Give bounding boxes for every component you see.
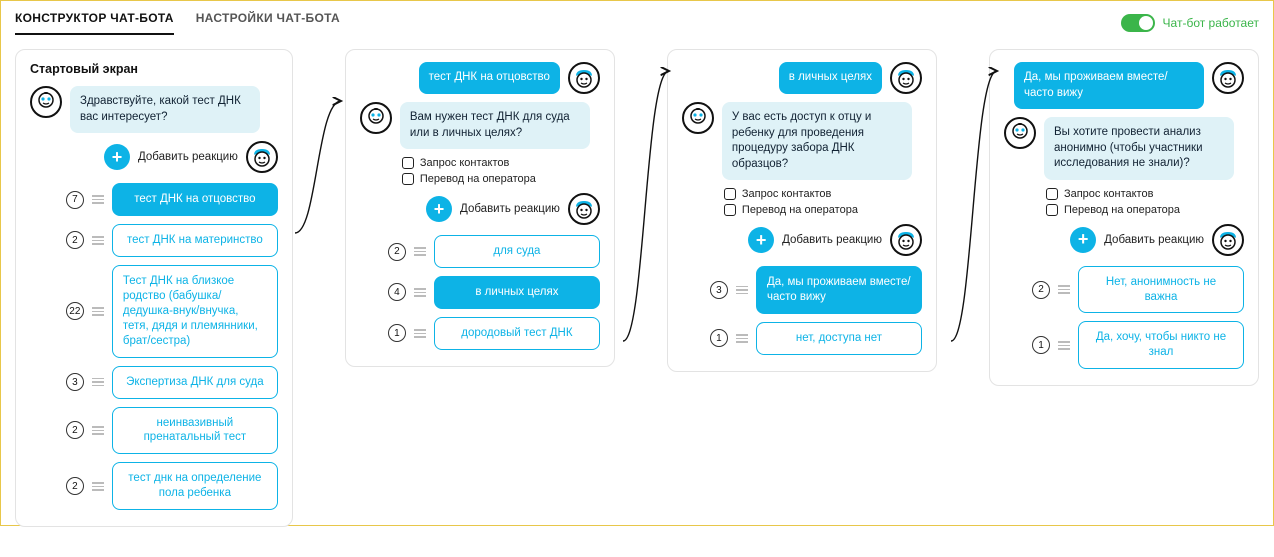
drag-handle-icon[interactable] [1058, 285, 1070, 294]
bot-avatar-icon [30, 86, 62, 118]
drag-handle-icon[interactable] [92, 236, 104, 245]
checkbox-label: Перевод на оператора [742, 204, 858, 216]
user-avatar-icon [568, 62, 600, 94]
drag-handle-icon[interactable] [414, 288, 426, 297]
reply-option[interactable]: тест ДНК на отцовство [112, 183, 278, 216]
add-reaction-label: Добавить реакцию [138, 151, 238, 163]
option-count: 22 [66, 302, 84, 320]
bot-message: Вы хотите провести анализ анонимно (чтоб… [1044, 117, 1234, 180]
user-avatar-icon [890, 224, 922, 256]
add-reaction-label: Добавить реакцию [782, 234, 882, 246]
add-reaction-label: Добавить реакцию [460, 203, 560, 215]
checkbox-label: Запрос контактов [420, 157, 509, 169]
reply-option[interactable]: тест днк на определение пола ребенка [112, 462, 278, 510]
bot-message: Здравствуйте, какой тест ДНК вас интерес… [70, 86, 260, 133]
option-count: 1 [1032, 336, 1050, 354]
user-avatar-icon [1212, 62, 1244, 94]
checkbox-contacts[interactable] [724, 188, 736, 200]
drag-handle-icon[interactable] [92, 195, 104, 204]
bot-enabled-label: Чат-бот работает [1163, 16, 1259, 30]
bot-avatar-icon [1004, 117, 1036, 149]
drag-handle-icon[interactable] [92, 426, 104, 435]
user-message: Да, мы проживаем вместе/часто вижу [1014, 62, 1204, 109]
reply-option[interactable]: Да, хочу, чтобы никто не знал [1078, 321, 1244, 369]
tab-settings[interactable]: НАСТРОЙКИ ЧАТ-БОТА [196, 11, 340, 35]
user-avatar-icon [890, 62, 922, 94]
tabbar: КОНСТРУКТОР ЧАТ-БОТА НАСТРОЙКИ ЧАТ-БОТА [15, 11, 340, 35]
panel-title: Стартовый экран [30, 62, 278, 76]
reply-option[interactable]: тест ДНК на материнство [112, 224, 278, 257]
option-count: 7 [66, 191, 84, 209]
drag-handle-icon[interactable] [1058, 341, 1070, 350]
reply-option[interactable]: дородовый тест ДНК [434, 317, 600, 350]
drag-handle-icon[interactable] [92, 307, 104, 316]
add-reaction-label: Добавить реакцию [1104, 234, 1204, 246]
bot-avatar-icon [682, 102, 714, 134]
drag-handle-icon[interactable] [414, 329, 426, 338]
panel-step-3: в личных целях У вас есть доступ к отцу … [667, 49, 937, 372]
reply-option[interactable]: для суда [434, 235, 600, 268]
panel-step-2: тест ДНК на отцовство Вам нужен тест ДНК… [345, 49, 615, 367]
panel-start: Стартовый экран Здравствуйте, какой тест… [15, 49, 293, 527]
reply-option[interactable]: неинвазивный пренатальный тест [112, 407, 278, 455]
tab-builder[interactable]: КОНСТРУКТОР ЧАТ-БОТА [15, 11, 174, 35]
user-avatar-icon [1212, 224, 1244, 256]
user-message: тест ДНК на отцовство [419, 62, 560, 94]
drag-handle-icon[interactable] [92, 378, 104, 387]
bot-message: Вам нужен тест ДНК для суда или в личных… [400, 102, 590, 149]
bot-message: У вас есть доступ к отцу и ребенку для п… [722, 102, 912, 180]
panel-step-4: Да, мы проживаем вместе/часто вижу Вы хо… [989, 49, 1259, 386]
add-reaction-button[interactable]: + [748, 227, 774, 253]
user-avatar-icon [568, 193, 600, 225]
bot-enabled-toggle[interactable] [1121, 14, 1155, 32]
drag-handle-icon[interactable] [92, 482, 104, 491]
user-message: в личных целях [779, 62, 882, 94]
reply-option[interactable]: Да, мы проживаем вместе/часто вижу [756, 266, 922, 314]
option-count: 2 [388, 243, 406, 261]
option-count: 1 [710, 329, 728, 347]
drag-handle-icon[interactable] [414, 247, 426, 256]
option-count: 2 [66, 231, 84, 249]
checkbox-label: Перевод на оператора [420, 173, 536, 185]
drag-handle-icon[interactable] [736, 286, 748, 295]
option-count: 4 [388, 283, 406, 301]
option-count: 3 [710, 281, 728, 299]
user-avatar-icon [246, 141, 278, 173]
add-reaction-button[interactable]: + [426, 196, 452, 222]
checkbox-operator[interactable] [724, 204, 736, 216]
checkbox-operator[interactable] [402, 173, 414, 185]
option-count: 2 [66, 477, 84, 495]
reply-option[interactable]: нет, доступа нет [756, 322, 922, 355]
add-reaction-button[interactable]: + [104, 144, 130, 170]
checkbox-operator[interactable] [1046, 204, 1058, 216]
checkbox-label: Запрос контактов [1064, 188, 1153, 200]
checkbox-contacts[interactable] [1046, 188, 1058, 200]
option-count: 2 [1032, 281, 1050, 299]
reply-option[interactable]: в личных целях [434, 276, 600, 309]
checkbox-label: Запрос контактов [742, 188, 831, 200]
add-reaction-button[interactable]: + [1070, 227, 1096, 253]
checkbox-contacts[interactable] [402, 157, 414, 169]
option-count: 2 [66, 421, 84, 439]
reply-option[interactable]: Экспертиза ДНК для суда [112, 366, 278, 399]
option-count: 3 [66, 373, 84, 391]
drag-handle-icon[interactable] [736, 334, 748, 343]
checkbox-label: Перевод на оператора [1064, 204, 1180, 216]
option-count: 1 [388, 324, 406, 342]
reply-option[interactable]: Тест ДНК на близкое родство (бабушка/дед… [112, 265, 278, 358]
bot-avatar-icon [360, 102, 392, 134]
reply-option[interactable]: Нет, анонимность не важна [1078, 266, 1244, 314]
